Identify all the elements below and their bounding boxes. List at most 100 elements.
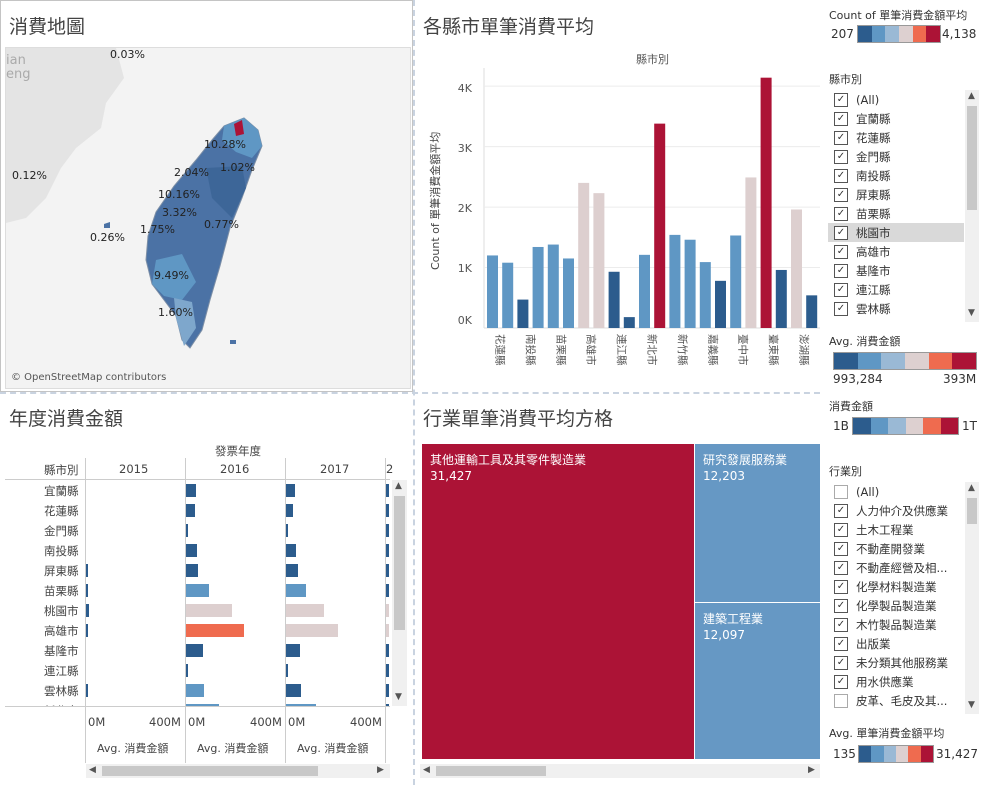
year-bar[interactable]	[286, 644, 300, 657]
county-filter-item[interactable]: ✓ 屏東縣	[834, 185, 964, 204]
bar[interactable]	[487, 255, 498, 328]
scroll-down-icon[interactable]: ▼	[395, 692, 402, 702]
county-filter-item[interactable]: ✓ 桃園市	[834, 223, 964, 242]
county-filter-item[interactable]: ✓ 高雄市	[834, 242, 964, 261]
year-bar[interactable]	[186, 484, 196, 497]
bar[interactable]	[623, 317, 635, 328]
year-bar[interactable]	[386, 504, 389, 517]
bar[interactable]	[715, 280, 726, 328]
industry-filter-item[interactable]: ✓ 人力仲介及供應業	[834, 501, 964, 520]
year-bar[interactable]	[286, 684, 301, 697]
checkbox-checked-icon[interactable]: ✓	[834, 598, 848, 613]
bar[interactable]	[547, 244, 559, 328]
bar[interactable]	[791, 209, 802, 328]
bar[interactable]	[760, 77, 772, 329]
checkbox-checked-icon[interactable]: ✓	[834, 244, 848, 259]
year-bar[interactable]	[186, 644, 203, 657]
year-bar[interactable]	[186, 504, 195, 517]
year-bar[interactable]	[86, 684, 88, 697]
checkbox-checked-icon[interactable]: ✓	[834, 263, 848, 278]
year-bar[interactable]	[286, 504, 293, 517]
county-filter-item[interactable]: ✓ 雲林縣	[834, 299, 964, 318]
year-bar[interactable]	[286, 544, 296, 557]
checkbox-checked-icon[interactable]: ✓	[834, 503, 848, 518]
checkbox-checked-icon[interactable]: ✓	[834, 130, 848, 145]
year-bar[interactable]	[86, 564, 88, 577]
industry-filter-item[interactable]: (All)	[834, 482, 964, 501]
treemap-cell-research[interactable]: 研究發展服務業 12,203	[695, 444, 820, 602]
county-filter-item[interactable]: ✓ 連江縣	[834, 280, 964, 299]
treemap-cell-transport[interactable]: 其他運輸工具及其零件製造業 31,427	[422, 444, 694, 759]
year-bar[interactable]	[186, 584, 209, 597]
scroll-left-icon[interactable]: ◀	[89, 765, 96, 775]
year-bar[interactable]	[86, 604, 89, 617]
checkbox-checked-icon[interactable]: ✓	[834, 225, 848, 240]
bar[interactable]	[532, 246, 544, 328]
bar[interactable]	[654, 123, 666, 329]
year-bar[interactable]	[286, 624, 338, 637]
year-bar[interactable]	[386, 544, 389, 557]
checkbox-checked-icon[interactable]: ✓	[834, 636, 848, 651]
county-filter-item[interactable]: ✓ 基隆市	[834, 261, 964, 280]
county-filter-item[interactable]: ✓ (All)	[834, 90, 964, 109]
county-filter-item[interactable]: ✓ 金門縣	[834, 147, 964, 166]
checkbox-empty-icon[interactable]	[834, 693, 848, 708]
checkbox-checked-icon[interactable]: ✓	[834, 522, 848, 537]
industry-filter-item[interactable]: ✓ 不動產經營及相...	[834, 558, 964, 577]
industry-filter-scrollbar[interactable]: ▲ ▼	[965, 482, 979, 714]
year-bar[interactable]	[386, 584, 389, 597]
year-bar[interactable]	[386, 624, 389, 637]
county-filter-item[interactable]: ✓ 南投縣	[834, 166, 964, 185]
year-bar[interactable]	[186, 564, 198, 577]
year-bar[interactable]	[386, 524, 389, 537]
treemap-cell-construction[interactable]: 建築工程業 12,097	[695, 603, 820, 759]
year-bar[interactable]	[286, 604, 324, 617]
bar[interactable]	[608, 271, 620, 328]
year-table-hscroll[interactable]: ◀ ▶	[86, 764, 390, 778]
year-bar[interactable]	[286, 564, 298, 577]
bar[interactable]	[502, 262, 514, 328]
county-filter-scrollbar[interactable]: ▲ ▼	[965, 90, 979, 322]
scroll-thumb[interactable]	[967, 106, 977, 210]
scroll-down-icon[interactable]: ▼	[968, 700, 975, 710]
map-view[interactable]: ian eng 0.03% 10.28% 1.02% 2.04% 0.12% 1…	[5, 47, 411, 389]
bar[interactable]	[699, 262, 711, 328]
checkbox-checked-icon[interactable]: ✓	[834, 655, 848, 670]
year-bar[interactable]	[386, 664, 389, 677]
checkbox-checked-icon[interactable]: ✓	[834, 206, 848, 221]
bar[interactable]	[806, 295, 818, 328]
year-bar[interactable]	[186, 664, 188, 677]
industry-filter-item[interactable]: ✓ 土木工程業	[834, 520, 964, 539]
scroll-up-icon[interactable]: ▲	[395, 481, 402, 491]
scroll-left-icon[interactable]: ◀	[423, 765, 430, 775]
checkbox-checked-icon[interactable]: ✓	[834, 149, 848, 164]
scroll-right-icon[interactable]: ▶	[808, 765, 815, 775]
bar-chart[interactable]: 花蓮縣 南投縣 苗栗縣 高雄市 連江縣 新北市 新竹縣 嘉義縣 臺中市 臺東縣 澎湖縣	[416, 64, 820, 394]
checkbox-checked-icon[interactable]: ✓	[834, 282, 848, 297]
county-filter-item[interactable]: ✓ 苗栗縣	[834, 204, 964, 223]
checkbox-checked-icon[interactable]: ✓	[834, 92, 848, 107]
scroll-thumb[interactable]	[967, 498, 977, 524]
year-bar[interactable]	[186, 624, 244, 637]
scroll-up-icon[interactable]: ▲	[968, 483, 975, 493]
bar[interactable]	[639, 254, 650, 328]
year-bar[interactable]	[286, 664, 288, 677]
treemap-hscroll[interactable]: ◀ ▶	[420, 764, 820, 778]
industry-filter-item[interactable]: ✓ 不動產開發業	[834, 539, 964, 558]
year-bar[interactable]	[186, 544, 197, 557]
scroll-up-icon[interactable]: ▲	[968, 91, 975, 101]
checkbox-checked-icon[interactable]: ✓	[834, 301, 848, 316]
bar[interactable]	[593, 193, 605, 328]
scroll-right-icon[interactable]: ▶	[377, 765, 384, 775]
bar[interactable]	[775, 269, 787, 328]
bar[interactable]	[517, 299, 529, 328]
industry-filter-item[interactable]: ✓ 出版業	[834, 634, 964, 653]
bar[interactable]	[730, 235, 742, 328]
industry-filter-item[interactable]: ✓ 用水供應業	[834, 672, 964, 691]
checkbox-checked-icon[interactable]: ✓	[834, 674, 848, 689]
checkbox-checked-icon[interactable]: ✓	[834, 560, 848, 575]
year-bar[interactable]	[186, 604, 232, 617]
year-bar[interactable]	[86, 624, 88, 637]
checkbox-checked-icon[interactable]: ✓	[834, 541, 848, 556]
year-bar[interactable]	[86, 584, 88, 597]
